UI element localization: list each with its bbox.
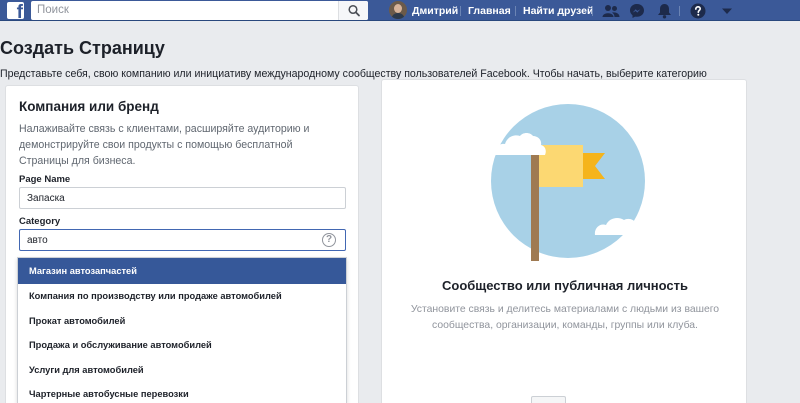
facebook-logo[interactable]: f <box>7 2 24 19</box>
help-button[interactable] <box>689 2 707 19</box>
category-option[interactable]: Магазин автозапчастей <box>18 258 346 284</box>
community-card-title: Сообщество или публичная личность <box>441 278 689 293</box>
facebook-logo-letter: f <box>16 2 23 19</box>
category-option[interactable]: Продажа и обслуживание автомобилей <box>18 333 346 358</box>
nav-divider <box>679 6 680 16</box>
category-input-value: авто <box>27 235 48 246</box>
category-label: Category <box>19 216 61 227</box>
friends-icon <box>602 4 620 17</box>
community-card-description: Установите связь и делитесь материалами … <box>410 304 720 331</box>
category-option[interactable]: Чартерные автобусные перевозки <box>18 382 346 403</box>
page-name-label: Page Name <box>19 174 71 185</box>
top-navigation-bar: f Поиск Дмитрий Главная Найти друзей <box>0 0 800 21</box>
community-public-figure-card[interactable]: Сообщество или публичная личность Устано… <box>381 79 747 403</box>
search-icon <box>348 4 360 17</box>
notifications-button[interactable] <box>655 2 673 19</box>
find-friends-link[interactable]: Найти друзей <box>523 0 593 21</box>
flag-illustration <box>491 104 645 261</box>
page-name-input[interactable]: Запаска <box>19 187 346 209</box>
notifications-icon <box>657 3 671 18</box>
search-box[interactable]: Поиск <box>31 1 368 20</box>
category-input[interactable]: авто ? <box>19 229 346 251</box>
messenger-icon <box>630 3 644 18</box>
messenger-button[interactable] <box>628 2 646 19</box>
friend-requests-button[interactable] <box>602 2 620 19</box>
user-avatar[interactable] <box>389 1 407 19</box>
business-card-title: Компания или бренд <box>19 99 159 114</box>
profile-link[interactable]: Дмитрий <box>412 0 458 21</box>
category-suggestions-dropdown: Магазин автозапчастей Компания по произв… <box>17 257 347 403</box>
account-menu-button[interactable] <box>718 2 736 19</box>
nav-divider <box>515 6 516 16</box>
category-option[interactable]: Прокат автомобилей <box>18 309 346 334</box>
business-card-description: Налаживайте связь с клиентами, расширяйт… <box>19 123 310 167</box>
help-icon <box>690 3 706 18</box>
search-input[interactable]: Поиск <box>37 4 69 16</box>
category-option[interactable]: Компания по производству или продаже авт… <box>18 284 346 309</box>
nav-divider <box>592 6 593 16</box>
search-button[interactable] <box>338 1 368 20</box>
home-link[interactable]: Главная <box>468 0 511 21</box>
nav-divider <box>460 6 461 16</box>
help-icon[interactable]: ? <box>322 233 336 247</box>
page-title: Создать Страницу <box>0 38 165 58</box>
category-option[interactable]: Услуги для автомобилей <box>18 358 346 383</box>
menu-caret-icon <box>722 8 732 14</box>
get-started-button[interactable] <box>531 396 566 403</box>
